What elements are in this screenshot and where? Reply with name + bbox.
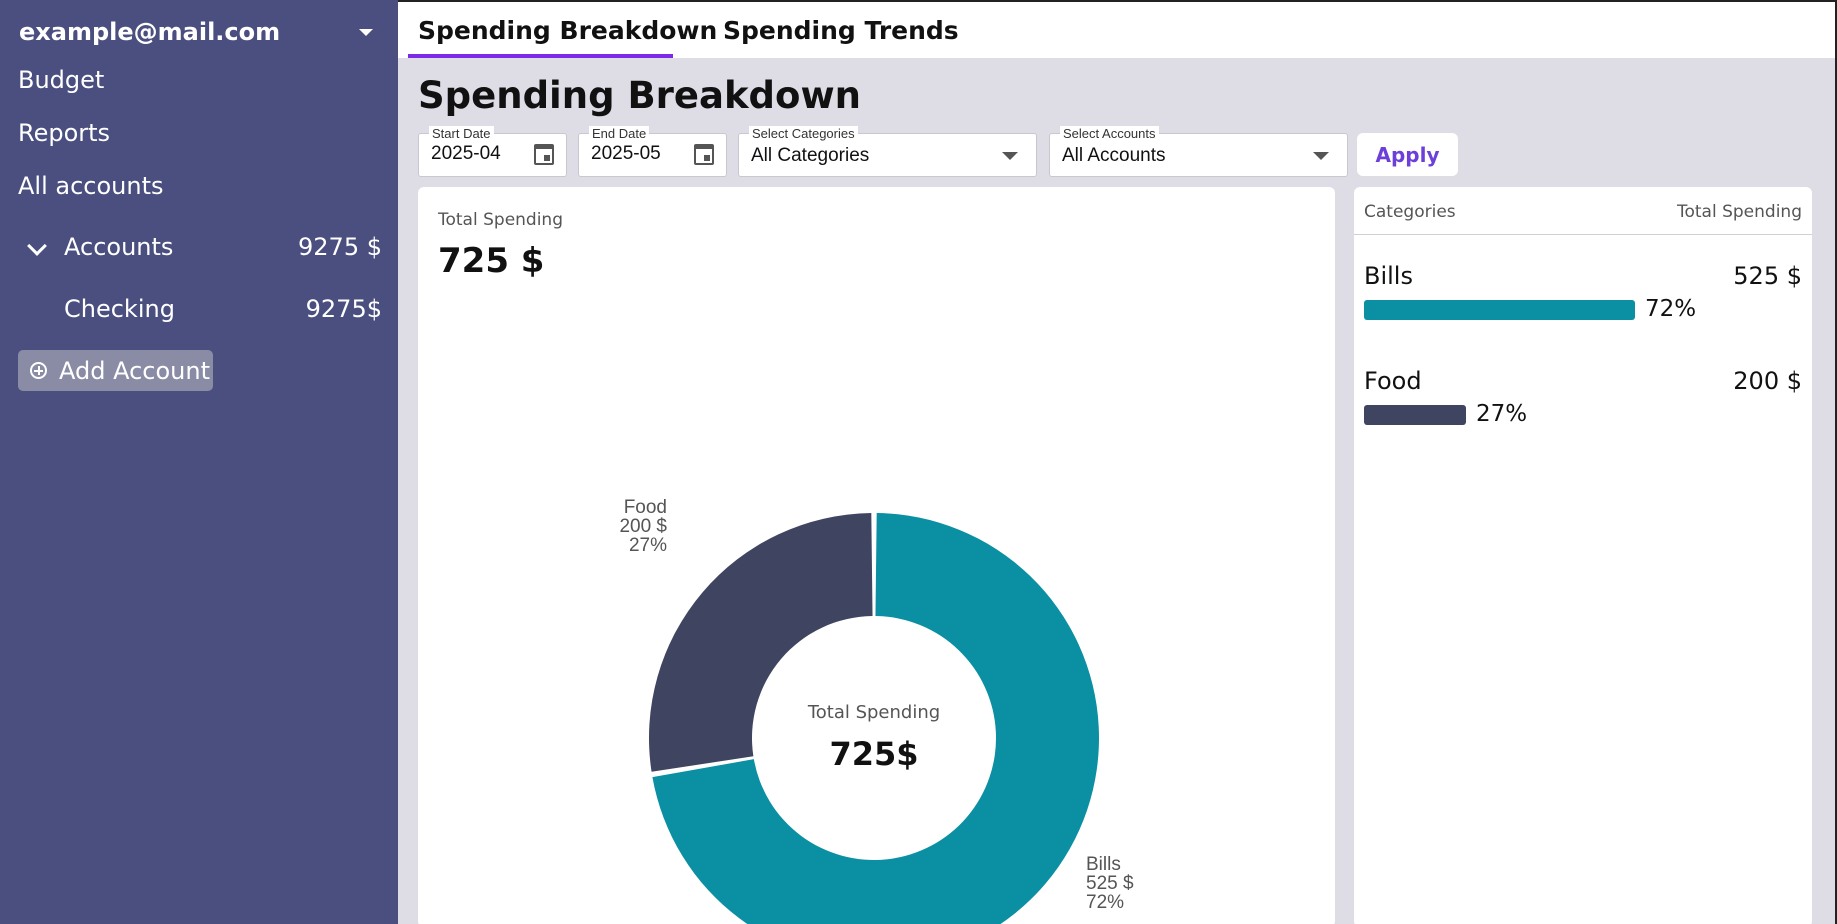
category-amount: 525 $ xyxy=(1733,262,1802,290)
donut-center-label: Total Spending xyxy=(807,702,940,723)
end-date-value: 2025-05 xyxy=(591,143,661,164)
account-label: Checking xyxy=(64,295,175,323)
accounts-select[interactable]: Select Accounts All Accounts xyxy=(1049,126,1348,177)
calendar-icon[interactable] xyxy=(534,144,554,165)
content: Spending Breakdown Start Date 2025-04 En… xyxy=(398,58,1837,924)
category-percent: 72% xyxy=(1645,296,1697,322)
category-bar xyxy=(1364,405,1466,425)
slice-label-food: 200 $ xyxy=(619,516,667,537)
caret-down-icon xyxy=(359,28,373,36)
apply-button[interactable]: Apply xyxy=(1357,133,1458,176)
page-title: Spending Breakdown xyxy=(418,74,861,117)
add-account-button[interactable]: Add Account xyxy=(18,350,213,391)
start-date-field[interactable]: Start Date 2025-04 xyxy=(418,126,567,177)
nav-reports[interactable]: Reports xyxy=(18,119,110,147)
calendar-icon[interactable] xyxy=(694,144,714,165)
donut-center-value: 725$ xyxy=(829,735,918,773)
slice-label-food: Food xyxy=(624,497,667,518)
user-menu[interactable]: example@mail.com xyxy=(19,14,379,50)
chevron-down-icon xyxy=(27,236,47,256)
slice-label-bills: 72% xyxy=(1086,892,1124,913)
category-row-food[interactable]: Food 200 $ 27% xyxy=(1364,367,1802,447)
tab-bar: Spending Breakdown Spending Trends xyxy=(398,0,1837,58)
tab-spending-breakdown[interactable]: Spending Breakdown xyxy=(418,16,717,45)
category-breakdown-card: Categories Total Spending Bills 525 $ 72… xyxy=(1354,187,1812,924)
category-name: Bills xyxy=(1364,262,1413,290)
main-area: Spending Breakdown Spending Trends Spend… xyxy=(398,0,1837,924)
category-row-bills[interactable]: Bills 525 $ 72% xyxy=(1364,262,1802,342)
accounts-group-label: Accounts xyxy=(64,233,174,261)
dropdown-arrow-icon xyxy=(1313,152,1329,160)
nav-budget[interactable]: Budget xyxy=(18,66,104,94)
categories-select[interactable]: Select Categories All Categories xyxy=(738,126,1037,177)
user-email: example@mail.com xyxy=(19,18,281,46)
account-item-checking[interactable]: Checking 9275$ xyxy=(0,289,398,329)
category-bar xyxy=(1364,300,1635,320)
slice-label-food: 27% xyxy=(629,535,667,556)
donut-chart: Bills525 $72% Food200 $27% Total Spending 7… xyxy=(619,497,1134,924)
start-date-value: 2025-04 xyxy=(431,143,501,164)
category-name: Food xyxy=(1364,367,1422,395)
sidebar: example@mail.com Budget Reports All acco… xyxy=(0,0,398,924)
col-categories: Categories xyxy=(1364,202,1456,222)
nav-all-accounts[interactable]: All accounts xyxy=(18,172,164,200)
tab-spending-trends[interactable]: Spending Trends xyxy=(723,16,959,45)
dropdown-arrow-icon xyxy=(1002,152,1018,160)
accounts-group[interactable]: Accounts 9275 $ xyxy=(0,227,398,267)
category-table-header: Categories Total Spending xyxy=(1354,187,1812,235)
add-circle-icon xyxy=(30,362,47,379)
account-amount: 9275$ xyxy=(305,295,382,323)
slice-label-bills: Bills xyxy=(1086,854,1121,875)
start-date-label: Start Date xyxy=(429,126,494,141)
end-date-field[interactable]: End Date 2025-05 xyxy=(578,126,727,177)
accounts-group-amount: 9275 $ xyxy=(298,233,382,261)
col-total-spending: Total Spending xyxy=(1676,202,1802,222)
categories-select-label: Select Categories xyxy=(749,126,858,141)
add-account-label: Add Account xyxy=(59,356,210,385)
category-percent: 27% xyxy=(1476,401,1528,427)
accounts-select-label: Select Accounts xyxy=(1060,126,1159,141)
spending-chart-card: Total Spending 725 $ Bills 525 $72% Food 20… xyxy=(418,187,1335,924)
category-amount: 200 $ xyxy=(1733,367,1802,395)
slice-label-bills: 525 $ xyxy=(1086,873,1134,894)
categories-select-value: All Categories xyxy=(751,145,870,166)
accounts-select-value: All Accounts xyxy=(1062,145,1166,166)
end-date-label: End Date xyxy=(589,126,650,141)
donut-slice-food[interactable] xyxy=(649,513,873,772)
